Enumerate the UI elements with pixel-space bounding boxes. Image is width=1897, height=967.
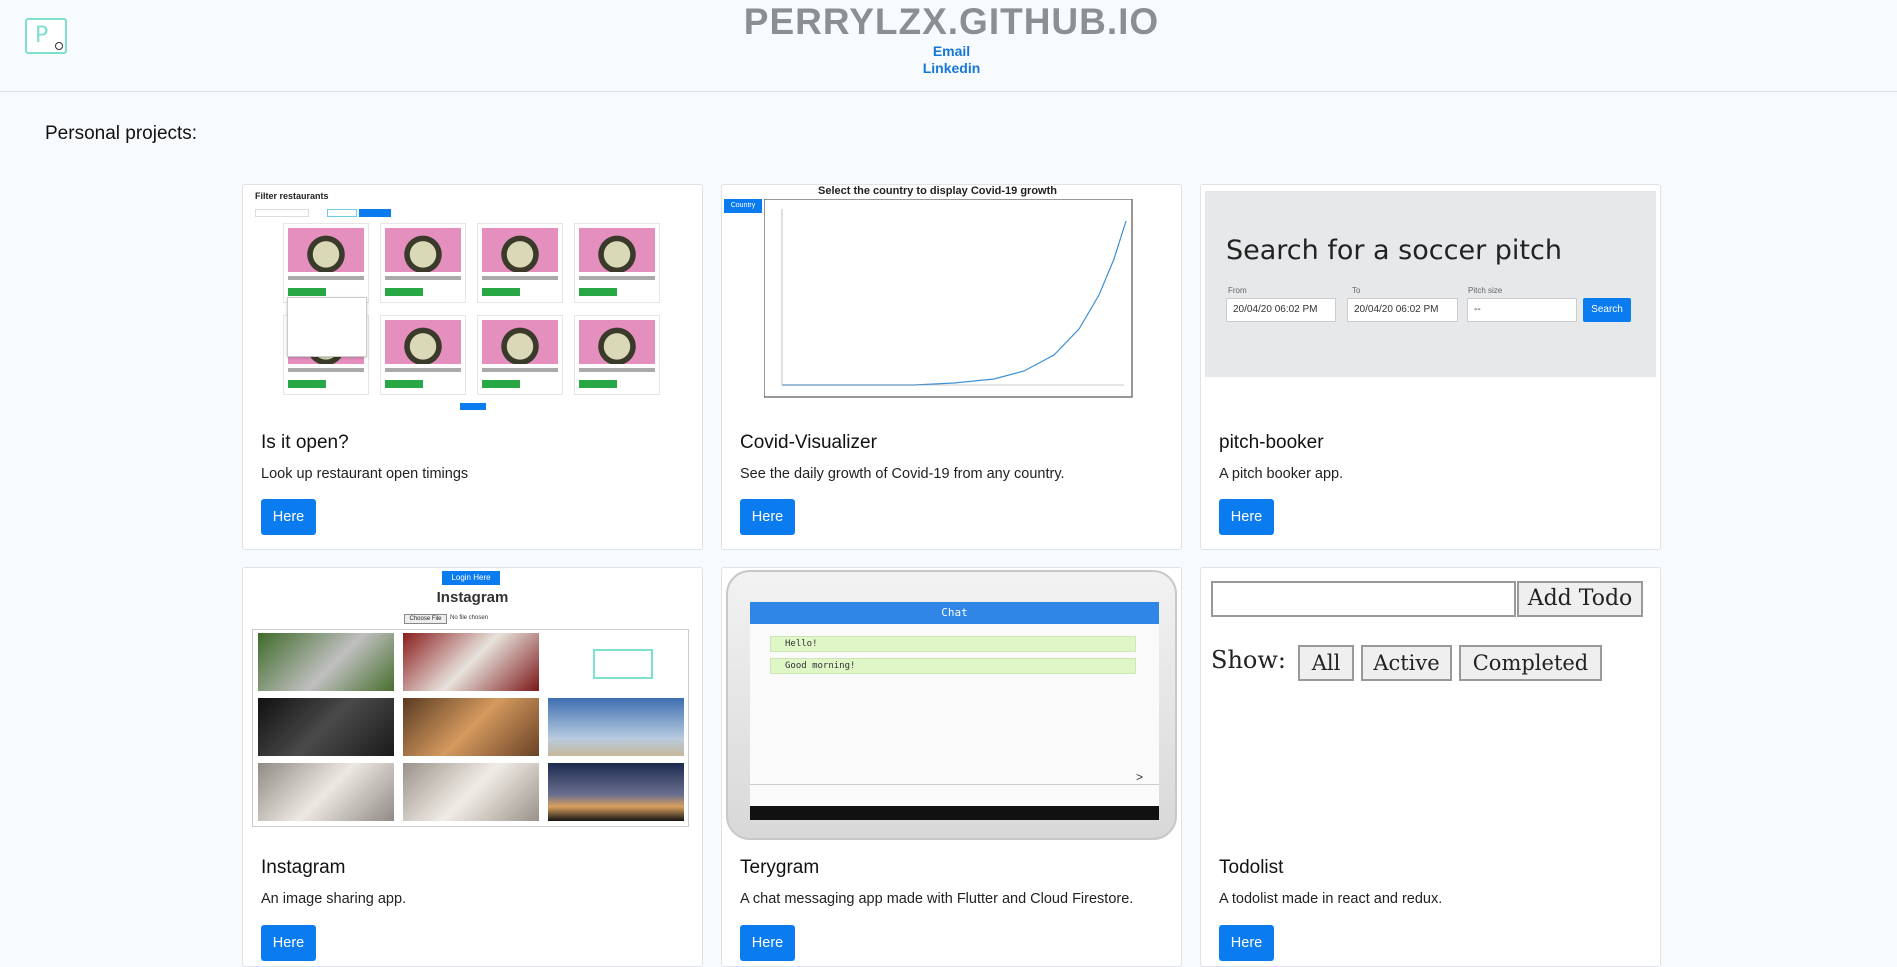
thumb-file-button: Choose File	[404, 614, 447, 624]
project-description: A chat messaging app made with Flutter a…	[740, 891, 1134, 907]
project-link-button[interactable]: Here	[1219, 925, 1274, 961]
thumb-todo-input	[1211, 581, 1516, 617]
project-card-pitch-booker: Search for a soccer pitch From To Pitch …	[1200, 184, 1661, 550]
thumb-login-button: Login Here	[442, 571, 500, 585]
thumb-search-button: Search	[1583, 298, 1631, 322]
thumb-heading: Select the country to display Covid-19 g…	[818, 185, 1057, 197]
restaurant-tile	[574, 223, 660, 303]
chat-bubble: Hello!	[770, 636, 1136, 652]
photo-tile	[258, 633, 394, 691]
photo-tile	[548, 763, 684, 821]
project-link-button[interactable]: Here	[1219, 499, 1274, 535]
chat-bubble: Good morning!	[770, 658, 1136, 674]
thumb-country-select: Country	[724, 199, 762, 213]
project-thumbnail: Chat Hello! Good morning! >	[722, 568, 1181, 843]
thumb-filter-all: All	[1298, 645, 1354, 681]
project-card-is-it-open: Filter restaurants Is it open? Look up r…	[242, 184, 703, 550]
thumb-add-todo-button: Add Todo	[1517, 581, 1643, 617]
restaurant-tile	[380, 223, 466, 303]
project-thumbnail: Filter restaurants	[243, 185, 702, 415]
logo-placeholder-icon	[593, 649, 653, 679]
thumb-search-input	[255, 209, 309, 217]
thumb-phone-frame: Chat Hello! Good morning! >	[726, 570, 1177, 840]
thumb-show-label: Show:	[1211, 646, 1286, 674]
linkedin-link[interactable]: Linkedin	[0, 60, 1897, 77]
site-header: P PERRYLZX.GITHUB.IO Email Linkedin	[0, 0, 1897, 92]
photo-tile	[403, 763, 539, 821]
project-link-button[interactable]: Here	[261, 499, 316, 535]
project-title: Todolist	[1219, 857, 1284, 878]
project-title: Is it open?	[261, 432, 349, 453]
thumb-heading: Instagram	[436, 589, 509, 606]
project-thumbnail: Login Here Instagram Choose File No file…	[243, 568, 702, 838]
thumb-search-panel: Search for a soccer pitch From To Pitch …	[1205, 191, 1656, 377]
thumb-size-label: Pitch size	[1468, 286, 1503, 295]
thumb-filter-completed: Completed	[1459, 645, 1602, 681]
site-title: PERRYLZX.GITHUB.IO	[743, 1, 1160, 42]
thumb-photo-grid	[252, 629, 689, 827]
send-icon: >	[1136, 770, 1144, 784]
project-card-covid-visualizer: Select the country to display Covid-19 g…	[721, 184, 1182, 550]
thumb-file-status: No file chosen	[450, 615, 489, 621]
project-description: An image sharing app.	[261, 891, 407, 907]
covid-growth-chart	[764, 199, 1133, 398]
project-title: Terygram	[740, 857, 820, 878]
thumb-filter-button	[359, 209, 391, 217]
photo-tile	[548, 698, 684, 756]
project-description: A pitch booker app.	[1219, 466, 1344, 482]
project-title: Covid-Visualizer	[740, 432, 877, 453]
photo-tile	[548, 633, 684, 691]
thumb-heading: Search for a soccer pitch	[1226, 235, 1562, 266]
project-link-button[interactable]: Here	[740, 499, 795, 535]
project-link-button[interactable]: Here	[261, 925, 316, 961]
restaurant-tile	[477, 315, 563, 395]
photo-tile	[403, 698, 539, 756]
project-thumbnail: Select the country to display Covid-19 g…	[722, 185, 1181, 415]
thumb-phone-navbar	[750, 806, 1159, 820]
thumb-heading: Filter restaurants	[255, 191, 329, 201]
project-title: pitch-booker	[1219, 432, 1324, 453]
project-thumbnail: Search for a soccer pitch From To Pitch …	[1201, 185, 1660, 415]
project-card-terygram: Chat Hello! Good morning! > Terygram A c…	[721, 567, 1182, 967]
photo-tile	[258, 763, 394, 821]
thumb-filter-active: Active	[1361, 645, 1452, 681]
restaurant-tile	[477, 223, 563, 303]
thumb-from-label: From	[1228, 286, 1247, 295]
photo-tile	[403, 633, 539, 691]
thumb-to-label: To	[1352, 286, 1361, 295]
restaurant-tile	[574, 315, 660, 395]
project-thumbnail: Add Todo Show: All Active Completed	[1201, 568, 1660, 838]
project-title: Instagram	[261, 857, 346, 878]
thumb-from-field: 20/04/20 06:02 PM	[1226, 298, 1336, 322]
project-card-todolist: Add Todo Show: All Active Completed Todo…	[1200, 567, 1661, 967]
project-card-instagram: Login Here Instagram Choose File No file…	[242, 567, 703, 967]
email-link[interactable]: Email	[0, 43, 1897, 60]
chat-input-divider	[750, 784, 1159, 785]
thumb-chat-appbar: Chat	[750, 602, 1159, 624]
section-heading: Personal projects:	[45, 123, 198, 144]
thumb-load-more-button	[460, 403, 486, 410]
thumb-to-field: 20/04/20 06:02 PM	[1347, 298, 1458, 322]
thumb-filter-input	[327, 209, 357, 217]
restaurant-tile	[283, 223, 369, 303]
thumb-phone-screen: Chat Hello! Good morning! >	[750, 602, 1159, 806]
restaurant-tile	[380, 315, 466, 395]
project-description: See the daily growth of Covid-19 from an…	[740, 466, 1065, 482]
project-description: A todolist made in react and redux.	[1219, 891, 1443, 907]
thumb-hours-dropdown	[287, 297, 367, 357]
project-link-button[interactable]: Here	[740, 925, 795, 961]
photo-tile	[258, 698, 394, 756]
project-description: Look up restaurant open timings	[261, 466, 469, 482]
thumb-size-select: --	[1467, 298, 1577, 322]
